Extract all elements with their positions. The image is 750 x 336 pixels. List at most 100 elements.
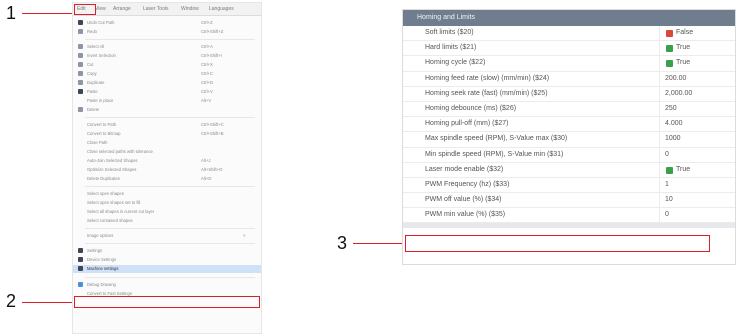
setting-name: Homing feed rate (slow) (mm/min) ($24) bbox=[425, 74, 550, 82]
menu-item-invert-selection[interactable]: Invert Selection Ctrl+Shift+I bbox=[73, 52, 261, 60]
table-footer bbox=[403, 223, 735, 229]
machine-settings-table: Homing and Limits Soft limits ($20) False… bbox=[402, 9, 736, 265]
setting-value[interactable]: True bbox=[676, 59, 690, 66]
highlight-machine-settings bbox=[74, 296, 260, 308]
column-divider bbox=[659, 208, 660, 223]
menu-item-convert-to-bitmap[interactable]: Convert to Bitmap Ctrl+Shift+B bbox=[73, 130, 261, 138]
checkbox-checked-icon[interactable] bbox=[666, 45, 673, 53]
setting-name: Homing seek rate (fast) (mm/min) ($25) bbox=[425, 89, 548, 97]
menu-item-device-settings[interactable]: Device Settings bbox=[73, 256, 261, 264]
setting-value[interactable]: 4.000 bbox=[665, 120, 683, 127]
settings-row[interactable]: Laser mode enable ($32) True bbox=[403, 162, 735, 178]
debug-drawing-icon bbox=[78, 282, 83, 287]
column-divider bbox=[659, 101, 660, 117]
settings-row[interactable]: PWM Frequency (hz) ($33) 1 bbox=[403, 177, 735, 194]
menu-item-settings[interactable]: Settings bbox=[73, 247, 261, 255]
menu-separator bbox=[85, 186, 255, 187]
copy-icon bbox=[78, 71, 83, 76]
callout-number-3: 3 bbox=[337, 233, 348, 253]
menu-item-select-layer-shapes[interactable]: Select all shapes in current cut layer bbox=[73, 208, 261, 216]
setting-name: PWM off value (%) ($34) bbox=[425, 196, 502, 204]
menu-item-paste-in-place[interactable]: Paste in place Alt+V bbox=[73, 97, 261, 105]
menu-bar: Edit View Arrange Laser Tools Window Lan… bbox=[73, 3, 261, 16]
setting-name: Min spindle speed (RPM), S-Value min ($3… bbox=[425, 150, 564, 158]
column-divider bbox=[659, 162, 660, 177]
column-divider bbox=[659, 86, 660, 101]
menu-item-duplicate[interactable]: Duplicate Ctrl+D bbox=[73, 79, 261, 87]
menu-item-cut[interactable]: Cut Ctrl+X bbox=[73, 61, 261, 69]
column-divider bbox=[659, 26, 660, 41]
delete-icon bbox=[78, 107, 83, 112]
setting-value[interactable]: 250 bbox=[665, 105, 677, 112]
settings-icon bbox=[78, 248, 83, 253]
menu-view[interactable]: View bbox=[95, 6, 106, 12]
callout-line-1 bbox=[22, 13, 74, 14]
menu-item-undo[interactable]: Undo Cut Path Ctrl+Z bbox=[73, 19, 261, 27]
setting-value[interactable]: 200.00 bbox=[665, 75, 686, 82]
menu-item-auto-join[interactable]: Auto-Join Selected Shapes Alt+J bbox=[73, 157, 261, 165]
setting-value[interactable]: True bbox=[676, 44, 690, 51]
menu-window[interactable]: Window bbox=[181, 6, 199, 12]
checkbox-unchecked-icon[interactable] bbox=[666, 30, 673, 37]
setting-name: Hard limits ($21) bbox=[425, 44, 477, 52]
settings-row[interactable]: PWM off value (%) ($34) 10 bbox=[403, 193, 735, 209]
settings-row[interactable]: Homing cycle ($22) True bbox=[403, 56, 735, 72]
setting-value[interactable]: 0 bbox=[665, 211, 669, 218]
setting-name: Homing pull-off (mm) ($27) bbox=[425, 120, 509, 128]
cut-icon bbox=[78, 62, 83, 67]
select-all-icon bbox=[78, 44, 83, 49]
setting-value[interactable]: 0 bbox=[665, 151, 669, 158]
settings-row[interactable]: Max spindle speed (RPM), S-Value max ($3… bbox=[403, 132, 735, 148]
settings-row[interactable]: Homing pull-off (mm) ($27) 4.000 bbox=[403, 117, 735, 133]
setting-name: PWM min value (%) ($35) bbox=[425, 211, 506, 219]
menu-item-select-contained[interactable]: Select contained shapes bbox=[73, 217, 261, 225]
undo-icon bbox=[78, 20, 83, 25]
menu-item-convert-to-path[interactable]: Convert to Path Ctrl+Shift+C bbox=[73, 121, 261, 129]
menu-item-machine-settings[interactable]: Machine settings bbox=[73, 265, 261, 273]
setting-name: Laser mode enable ($32) bbox=[425, 165, 504, 173]
menu-item-select-all[interactable]: Select All Ctrl+A bbox=[73, 43, 261, 51]
setting-value[interactable]: True bbox=[676, 166, 690, 173]
column-divider bbox=[659, 193, 660, 208]
settings-row[interactable]: Soft limits ($20) False bbox=[403, 26, 735, 42]
menu-laser-tools[interactable]: Laser Tools bbox=[143, 6, 168, 12]
menu-separator bbox=[85, 243, 255, 244]
menu-item-debug-drawing[interactable]: Debug Drawing bbox=[73, 281, 261, 289]
settings-row[interactable]: Homing debounce (ms) ($26) 250 bbox=[403, 101, 735, 118]
settings-row[interactable]: Homing feed rate (slow) (mm/min) ($24) 20… bbox=[403, 71, 735, 87]
checkbox-checked-icon[interactable] bbox=[666, 60, 673, 68]
paste-icon bbox=[78, 89, 83, 94]
menu-item-close-path[interactable]: Close Path bbox=[73, 139, 261, 147]
menu-item-select-open-shapes[interactable]: Select open shapes bbox=[73, 190, 261, 198]
settings-row[interactable]: Homing seek rate (fast) (mm/min) ($25) 2,… bbox=[403, 86, 735, 102]
settings-row[interactable]: Hard limits ($21) True bbox=[403, 41, 735, 57]
setting-name: Max spindle speed (RPM), S-Value max ($3… bbox=[425, 135, 568, 143]
column-divider bbox=[659, 41, 660, 56]
setting-value[interactable]: False bbox=[676, 29, 693, 36]
menu-separator bbox=[85, 117, 255, 118]
setting-value[interactable]: 1 bbox=[665, 181, 669, 188]
menu-item-image-options[interactable]: Image options > bbox=[73, 232, 261, 240]
setting-value[interactable]: 1000 bbox=[665, 135, 681, 142]
callout-line-3 bbox=[353, 243, 408, 244]
setting-name: Homing cycle ($22) bbox=[425, 59, 486, 67]
setting-name: Soft limits ($20) bbox=[425, 29, 474, 36]
menu-item-optimize[interactable]: Optimize Selected Shapes Alt+Shift+O bbox=[73, 166, 261, 174]
settings-row[interactable]: PWM min value (%) ($35) 0 bbox=[403, 208, 735, 224]
menu-item-copy[interactable]: Copy Ctrl+C bbox=[73, 70, 261, 78]
menu-item-select-open-fill[interactable]: Select open shapes set to fill bbox=[73, 199, 261, 207]
menu-item-paste[interactable]: Paste Ctrl+V bbox=[73, 88, 261, 96]
menu-arrange[interactable]: Arrange bbox=[113, 6, 131, 12]
menu-item-close-with-tolerance[interactable]: Close selected paths with tolerance bbox=[73, 148, 261, 156]
menu-languages[interactable]: Languages bbox=[209, 6, 234, 12]
highlight-edit-menu bbox=[74, 4, 96, 15]
checkbox-checked-icon[interactable] bbox=[666, 166, 673, 174]
setting-value[interactable]: 2,000.00 bbox=[665, 90, 692, 97]
section-header: Homing and Limits bbox=[403, 10, 735, 26]
menu-item-delete-duplicates[interactable]: Delete Duplicates Alt+D bbox=[73, 175, 261, 183]
submenu-arrow-icon: > bbox=[243, 233, 246, 238]
menu-item-redo[interactable]: Redo Ctrl+Shift+Z bbox=[73, 28, 261, 36]
setting-value[interactable]: 10 bbox=[665, 196, 673, 203]
settings-row[interactable]: Min spindle speed (RPM), S-Value min ($3… bbox=[403, 147, 735, 163]
menu-item-delete[interactable]: Delete bbox=[73, 106, 261, 114]
